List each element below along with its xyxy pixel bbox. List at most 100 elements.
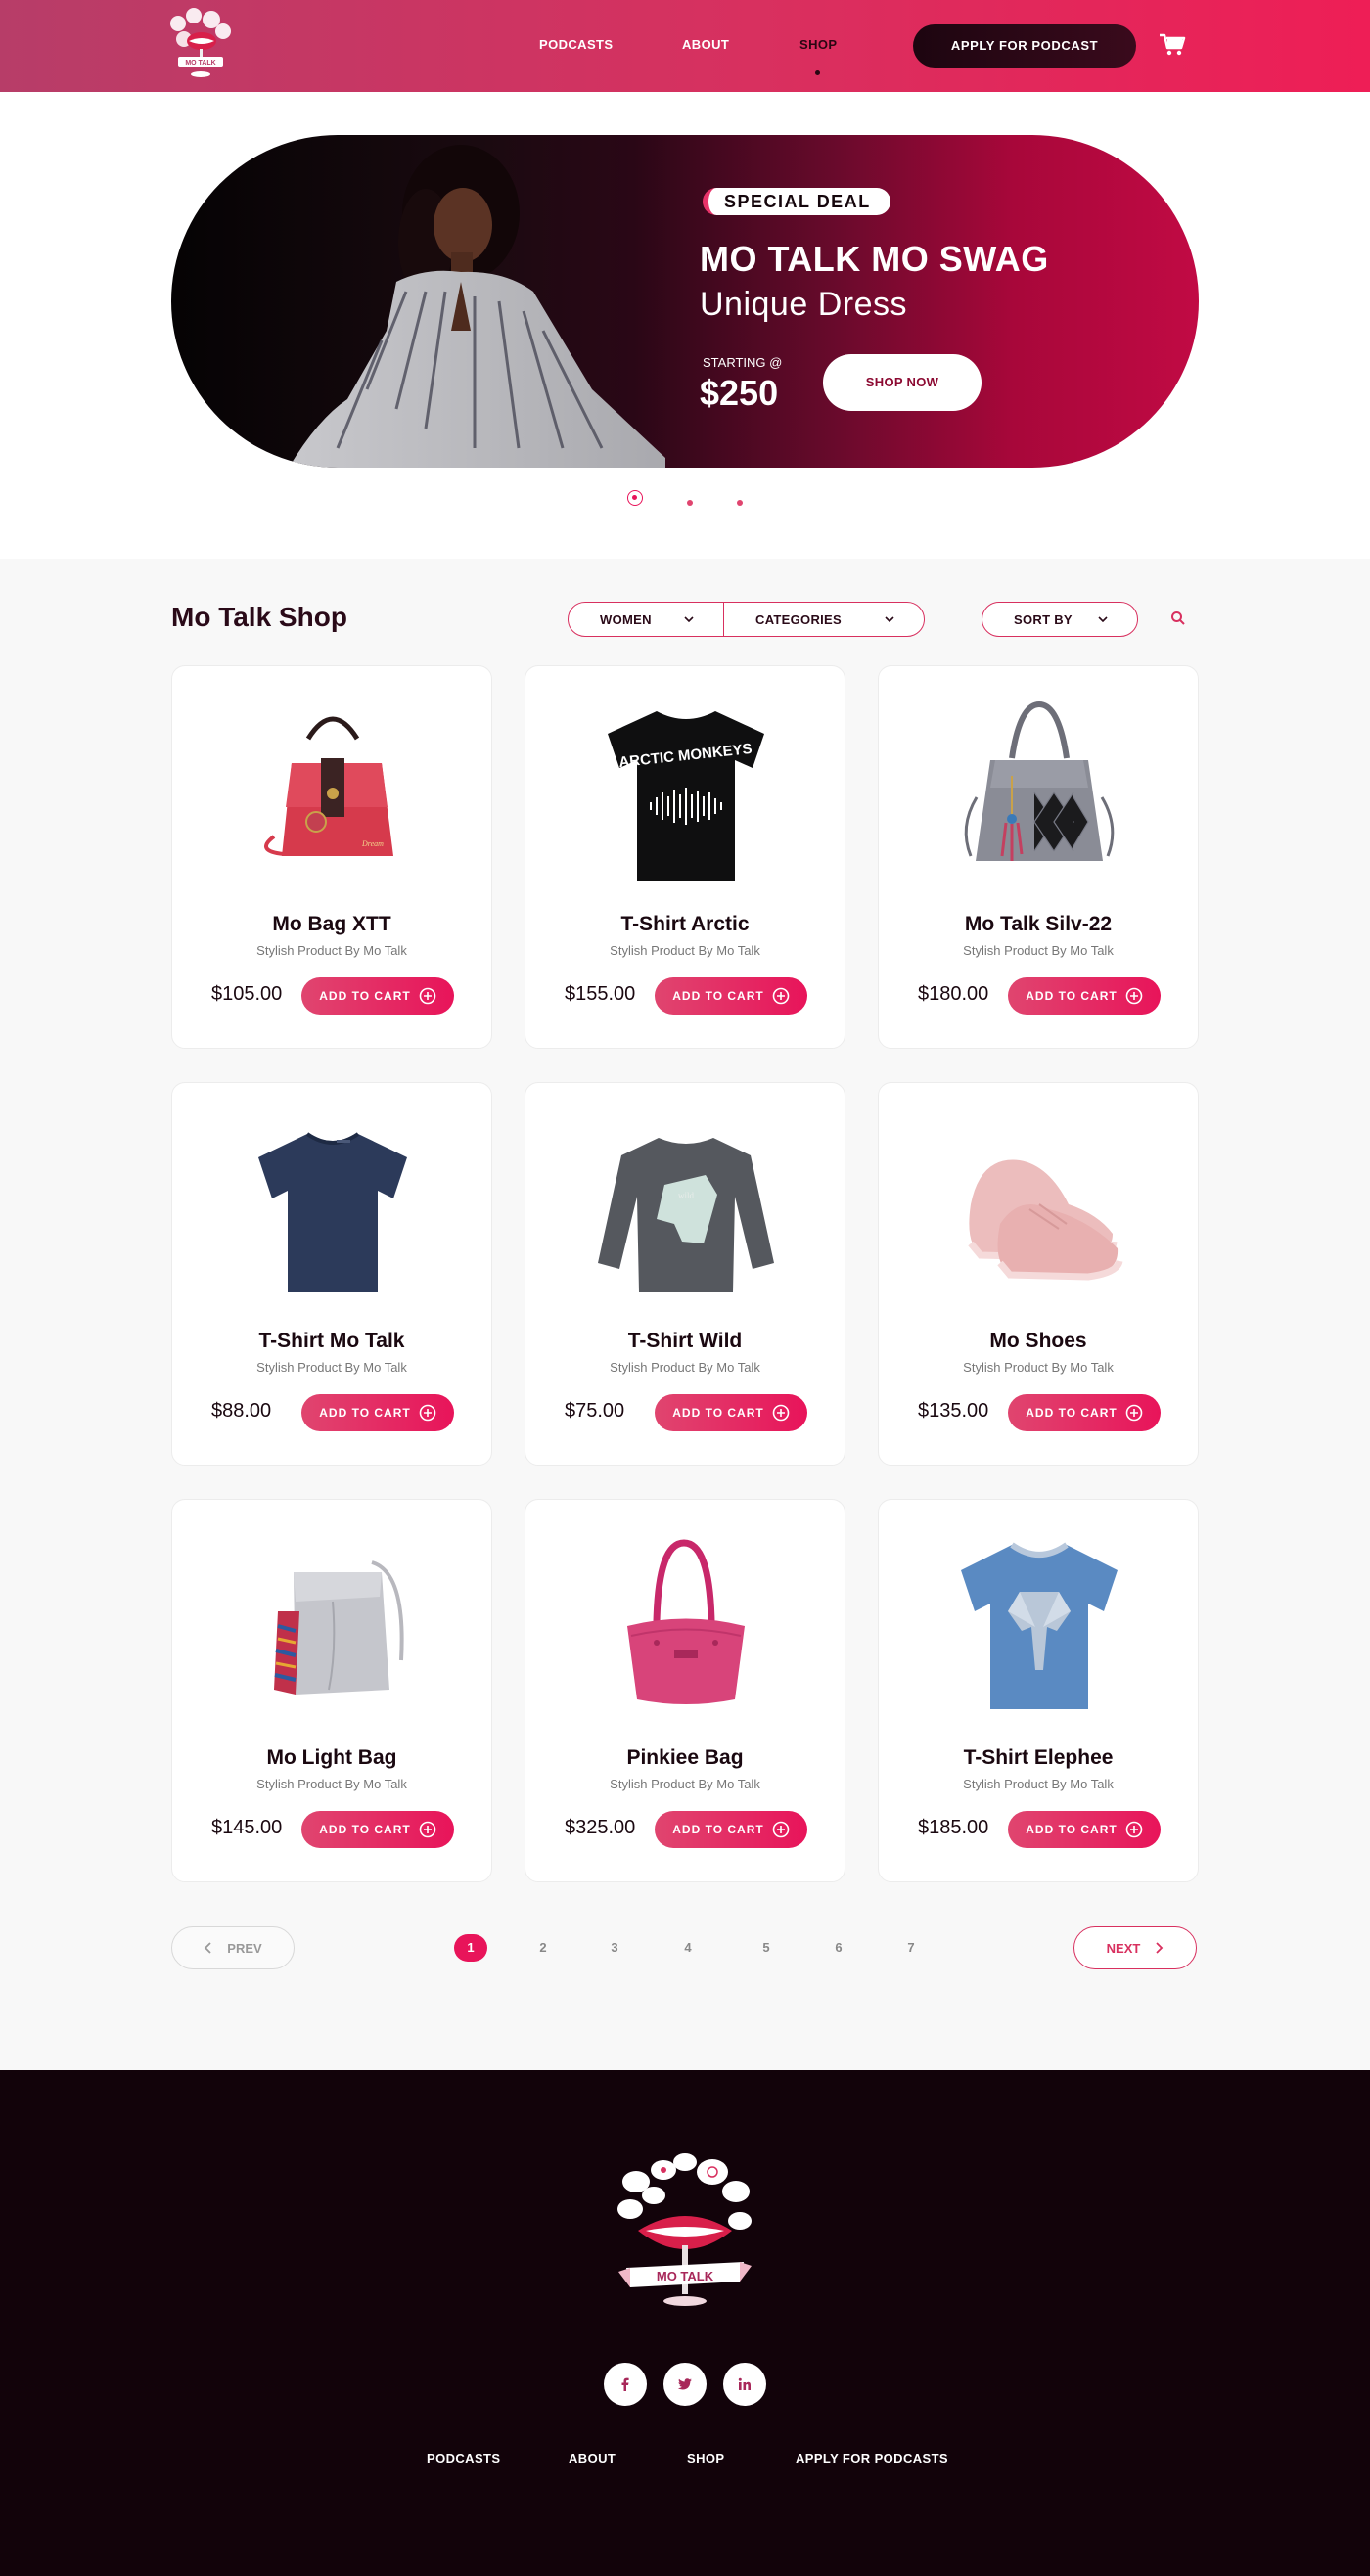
nav-about[interactable]: ABOUT bbox=[682, 37, 729, 52]
product-card[interactable]: Pinkiee Bag Stylish Product By Mo Talk $… bbox=[525, 1499, 845, 1882]
product-card[interactable]: Dream Mo Bag XTT Stylish Product By Mo T… bbox=[171, 665, 492, 1049]
footer-link-podcasts[interactable]: PODCASTS bbox=[427, 2451, 500, 2465]
add-to-cart-button[interactable]: ADD TO CART bbox=[655, 1811, 807, 1848]
plus-circle-icon bbox=[1125, 987, 1143, 1005]
product-card[interactable]: Mo Talk Silv-22 Stylish Product By Mo Ta… bbox=[878, 665, 1199, 1049]
product-name[interactable]: Mo Light Bag bbox=[172, 1746, 491, 1770]
footer-link-apply[interactable]: APPLY FOR PODCASTS bbox=[796, 2451, 948, 2465]
mo-talk-footer-logo[interactable]: MO TALK bbox=[607, 2152, 763, 2319]
product-card[interactable]: T-Shirt Mo Talk Stylish Product By Mo Ta… bbox=[171, 1082, 492, 1466]
linkedin-icon bbox=[738, 2377, 751, 2390]
plus-circle-icon bbox=[772, 1404, 790, 1422]
next-page-button[interactable]: NEXT bbox=[1073, 1926, 1197, 1969]
special-deal-badge: SPECIAL DEAL bbox=[703, 188, 890, 215]
product-price: $145.00 bbox=[211, 1817, 283, 1838]
page-1[interactable]: 1 bbox=[454, 1934, 487, 1962]
search-icon[interactable] bbox=[1169, 610, 1187, 627]
top-header: MO TALK PODCASTS ABOUT SHOP APPLY FOR PO… bbox=[0, 0, 1370, 92]
add-to-cart-label: ADD TO CART bbox=[319, 989, 411, 1003]
add-to-cart-label: ADD TO CART bbox=[319, 1823, 411, 1836]
cart-icon[interactable] bbox=[1159, 32, 1186, 58]
product-name[interactable]: Mo Shoes bbox=[879, 1330, 1198, 1353]
starting-label: STARTING @ bbox=[703, 355, 783, 370]
product-description: Stylish Product By Mo Talk bbox=[256, 943, 407, 958]
add-to-cart-button[interactable]: ADD TO CART bbox=[655, 977, 807, 1015]
page-4[interactable]: 4 bbox=[671, 1934, 705, 1962]
product-description: Stylish Product By Mo Talk bbox=[963, 943, 1114, 958]
add-to-cart-label: ADD TO CART bbox=[1026, 989, 1118, 1003]
product-card[interactable]: wild T-Shirt Wild Stylish Product By Mo … bbox=[525, 1082, 845, 1466]
shop-now-button[interactable]: SHOP NOW bbox=[823, 354, 982, 411]
add-to-cart-label: ADD TO CART bbox=[1026, 1406, 1118, 1420]
product-description: Stylish Product By Mo Talk bbox=[610, 1360, 760, 1375]
sort-by-dropdown[interactable]: SORT BY bbox=[982, 602, 1138, 637]
product-name[interactable]: T-Shirt Elephee bbox=[879, 1746, 1198, 1770]
product-name[interactable]: Mo Talk Silv-22 bbox=[879, 913, 1198, 936]
twitter-button[interactable] bbox=[663, 2363, 707, 2406]
plus-circle-icon bbox=[419, 1404, 436, 1422]
shop-title: Mo Talk Shop bbox=[171, 602, 347, 632]
product-description: Stylish Product By Mo Talk bbox=[963, 1777, 1114, 1791]
blue-elephant-tshirt-image bbox=[961, 1542, 1118, 1709]
mo-talk-logo[interactable]: MO TALK bbox=[164, 6, 237, 84]
pink-tote-image bbox=[627, 1539, 745, 1704]
plus-circle-icon bbox=[1125, 1404, 1143, 1422]
add-to-cart-button[interactable]: ADD TO CART bbox=[1008, 977, 1161, 1015]
add-to-cart-button[interactable]: ADD TO CART bbox=[655, 1394, 807, 1431]
page-6[interactable]: 6 bbox=[822, 1934, 855, 1962]
silver-bucket-bag-image bbox=[274, 1560, 404, 1695]
chevron-right-icon bbox=[1156, 1942, 1164, 1954]
sort-by-label: SORT BY bbox=[1014, 611, 1073, 627]
linkedin-button[interactable] bbox=[723, 2363, 766, 2406]
product-card[interactable]: T-Shirt Elephee Stylish Product By Mo Ta… bbox=[878, 1499, 1199, 1882]
product-name[interactable]: T-Shirt Wild bbox=[525, 1330, 845, 1353]
facebook-icon bbox=[621, 2377, 629, 2391]
footer-link-shop[interactable]: SHOP bbox=[687, 2451, 724, 2465]
product-description: Stylish Product By Mo Talk bbox=[610, 943, 760, 958]
plus-circle-icon bbox=[772, 1821, 790, 1838]
categories-filter-dropdown[interactable]: CATEGORIES bbox=[723, 602, 925, 637]
prev-page-button[interactable]: PREV bbox=[171, 1926, 295, 1969]
product-card[interactable]: Mo Shoes Stylish Product By Mo Talk $135… bbox=[878, 1082, 1199, 1466]
add-to-cart-button[interactable]: ADD TO CART bbox=[301, 1811, 454, 1848]
page-7[interactable]: 7 bbox=[894, 1934, 928, 1962]
product-card[interactable]: ARCTIC MONKEYS T-Shirt Arctic Stylish Pr… bbox=[525, 665, 845, 1049]
carousel-dot-2[interactable] bbox=[687, 500, 693, 506]
add-to-cart-label: ADD TO CART bbox=[672, 989, 764, 1003]
page-2[interactable]: 2 bbox=[526, 1934, 560, 1962]
pink-sneakers-image bbox=[968, 1159, 1123, 1281]
product-description: Stylish Product By Mo Talk bbox=[256, 1777, 407, 1791]
add-to-cart-button[interactable]: ADD TO CART bbox=[1008, 1811, 1161, 1848]
plus-circle-icon bbox=[772, 987, 790, 1005]
carousel-dot-3[interactable] bbox=[737, 500, 743, 506]
product-name[interactable]: T-Shirt Arctic bbox=[525, 913, 845, 936]
apply-for-podcast-button[interactable]: APPLY FOR PODCAST bbox=[913, 24, 1136, 68]
nav-shop[interactable]: SHOP bbox=[799, 37, 837, 52]
page-3[interactable]: 3 bbox=[598, 1934, 631, 1962]
active-nav-indicator bbox=[815, 70, 820, 75]
carousel-dot-1[interactable] bbox=[627, 490, 643, 506]
plus-circle-icon bbox=[419, 1821, 436, 1838]
gender-filter-dropdown[interactable]: WOMEN bbox=[568, 602, 724, 637]
product-name[interactable]: Pinkiee Bag bbox=[525, 1746, 845, 1770]
footer-link-about[interactable]: ABOUT bbox=[569, 2451, 616, 2465]
nav-podcasts[interactable]: PODCASTS bbox=[539, 37, 613, 52]
grey-sweatshirt-image: wild bbox=[598, 1138, 774, 1292]
black-tshirt-image: ARCTIC MONKEYS bbox=[608, 711, 764, 881]
product-card[interactable]: Mo Light Bag Stylish Product By Mo Talk … bbox=[171, 1499, 492, 1882]
facebook-button[interactable] bbox=[604, 2363, 647, 2406]
product-description: Stylish Product By Mo Talk bbox=[256, 1360, 407, 1375]
categories-filter-label: CATEGORIES bbox=[755, 611, 842, 627]
page-5[interactable]: 5 bbox=[750, 1934, 783, 1962]
hero-price: $250 bbox=[700, 373, 779, 413]
product-description: Stylish Product By Mo Talk bbox=[610, 1777, 760, 1791]
product-name[interactable]: Mo Bag XTT bbox=[172, 913, 491, 936]
svg-text:MO TALK: MO TALK bbox=[657, 2269, 714, 2283]
hero-title: MO TALK MO SWAG bbox=[700, 239, 1049, 279]
twitter-icon bbox=[677, 2378, 692, 2390]
product-name[interactable]: T-Shirt Mo Talk bbox=[172, 1330, 491, 1353]
gender-filter-label: WOMEN bbox=[600, 611, 652, 627]
add-to-cart-button[interactable]: ADD TO CART bbox=[301, 977, 454, 1015]
add-to-cart-button[interactable]: ADD TO CART bbox=[301, 1394, 454, 1431]
add-to-cart-button[interactable]: ADD TO CART bbox=[1008, 1394, 1161, 1431]
